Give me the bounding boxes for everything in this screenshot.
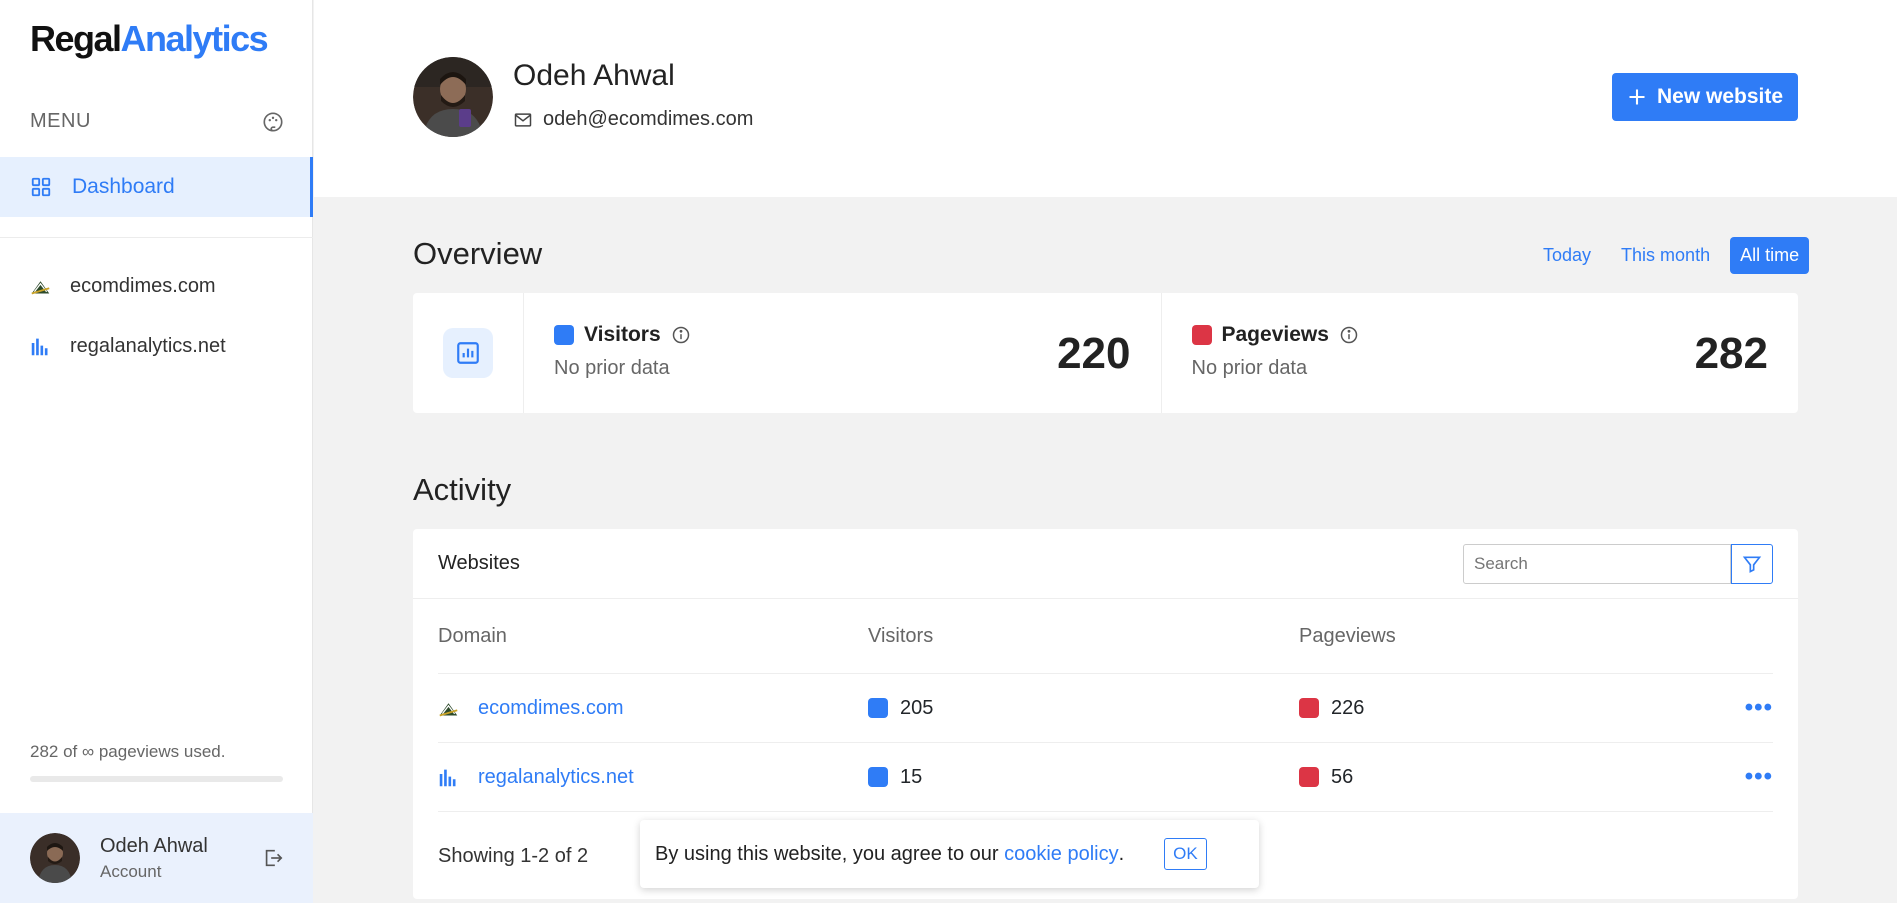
pageviews-metric: Pageviews No prior data 282: [1160, 293, 1799, 413]
sidebar-item-dashboard-label: Dashboard: [72, 175, 175, 198]
more-options-icon[interactable]: •••: [1745, 765, 1773, 789]
brand-logo-part1: Regal: [30, 18, 122, 59]
pageviews-metric-sub: No prior data: [1191, 357, 1308, 379]
sidebar-divider: [0, 237, 313, 238]
visitors-value: 15: [900, 765, 923, 788]
visitors-metric-title: Visitors: [584, 323, 661, 346]
pageviews-value: 226: [1331, 696, 1365, 719]
profile-avatar: [413, 57, 493, 137]
visitors-cell: 205: [868, 697, 1299, 720]
palette-icon[interactable]: [262, 111, 284, 133]
avatar: [30, 833, 80, 883]
pageviews-metric-title: Pageviews: [1221, 323, 1329, 346]
table-row: ecomdimes.com 205 226 •••: [438, 674, 1773, 743]
pageviews-cell: 56: [1299, 766, 1730, 789]
usage-text: 282 of ∞ pageviews used.: [30, 742, 226, 761]
logout-icon[interactable]: [262, 847, 284, 869]
brand-logo-part2: Analytics: [120, 18, 269, 59]
pageviews-color-swatch: [1299, 767, 1319, 787]
activity-card-header: Websites: [413, 529, 1798, 599]
profile-email: odeh@ecomdimes.com: [513, 108, 753, 131]
menu-header: MENU: [30, 110, 284, 133]
visitors-value: 205: [900, 696, 934, 719]
visitors-metric: Visitors No prior data 220: [524, 293, 1161, 413]
domain-link[interactable]: ecomdimes.com: [478, 697, 624, 720]
new-website-button[interactable]: New website: [1612, 73, 1798, 121]
analytics-chart-icon: [457, 342, 479, 364]
pageviews-metric-value: 282: [1694, 329, 1768, 378]
usage-progress-bar: [30, 776, 283, 782]
visitors-cell: 15: [868, 766, 1299, 789]
visitors-color-swatch: [868, 767, 888, 787]
account-name: Odeh Ahwal: [100, 834, 208, 857]
actions-cell: •••: [1730, 696, 1773, 720]
account-panel[interactable]: Odeh Ahwal Account: [0, 813, 313, 903]
websites-card-title: Websites: [438, 552, 520, 574]
cookie-text: By using this website, you agree to our: [655, 842, 999, 865]
dashboard-grid-icon: [31, 177, 51, 197]
brand-logo[interactable]: RegalAnalytics: [30, 18, 269, 60]
bar-chart-icon: [31, 338, 48, 356]
overview-icon-box: [443, 328, 493, 378]
filter-icon: [1742, 556, 1762, 573]
pageviews-cell: 226: [1299, 697, 1730, 720]
filter-button[interactable]: [1731, 543, 1773, 584]
cookie-ok-button[interactable]: OK: [1164, 838, 1207, 870]
more-options-icon[interactable]: •••: [1745, 696, 1773, 720]
plus-icon: [1629, 89, 1645, 105]
info-icon[interactable]: [1339, 325, 1359, 345]
cookie-policy-link[interactable]: cookie policy: [1004, 843, 1119, 866]
websites-table: Domain Visitors Pageviews ecomdimes.com …: [438, 599, 1773, 812]
account-subtitle: Account: [100, 861, 162, 881]
range-selector: Today This month All time: [1533, 237, 1810, 274]
visitors-color-swatch: [868, 698, 888, 718]
ecomdimes-logo-icon: [31, 281, 50, 295]
sidebar-item-ecomdimes[interactable]: ecomdimes.com: [30, 275, 290, 298]
domain-link[interactable]: regalanalytics.net: [478, 766, 634, 789]
bar-chart-icon: [439, 769, 456, 786]
sidebar: RegalAnalytics MENU Dashboard ecomdimes.…: [0, 0, 313, 903]
domain-cell: regalanalytics.net: [438, 766, 868, 789]
range-this-month[interactable]: This month: [1611, 237, 1720, 274]
range-all-time[interactable]: All time: [1730, 237, 1810, 274]
sidebar-item-ecomdimes-label: ecomdimes.com: [70, 275, 216, 297]
info-icon[interactable]: [671, 325, 691, 345]
search-group: [1463, 543, 1773, 584]
overview-card: Visitors No prior data 220 Pageviews No …: [413, 293, 1798, 413]
new-website-label: New website: [1656, 85, 1784, 108]
column-header-visitors[interactable]: Visitors: [868, 625, 1299, 648]
profile-name: Odeh Ahwal: [513, 59, 675, 92]
account-meta: Odeh Ahwal Account: [100, 835, 208, 882]
pagination-summary: Showing 1-2 of 2: [438, 845, 589, 867]
column-header-pageviews[interactable]: Pageviews: [1299, 625, 1730, 648]
actions-cell: •••: [1730, 765, 1773, 789]
pageviews-color-swatch: [1299, 698, 1319, 718]
ecomdimes-logo-icon: [439, 702, 458, 716]
visitors-metric-label: Visitors: [554, 323, 1131, 347]
overview-title: Overview: [413, 236, 543, 271]
cookie-text-end: .: [1118, 842, 1125, 865]
range-today[interactable]: Today: [1533, 237, 1601, 274]
visitors-color-swatch: [554, 325, 574, 345]
table-header-row: Domain Visitors Pageviews: [438, 599, 1773, 674]
sidebar-item-dashboard[interactable]: Dashboard: [0, 157, 313, 217]
overview-icon-cell: [413, 293, 524, 413]
pageviews-metric-label: Pageviews: [1191, 323, 1769, 347]
activity-title: Activity: [413, 472, 512, 507]
profile-email-text: odeh@ecomdimes.com: [543, 108, 754, 130]
pageviews-color-swatch: [1191, 325, 1212, 345]
visitors-metric-value: 220: [1057, 329, 1131, 378]
column-header-domain[interactable]: Domain: [438, 625, 868, 648]
search-input[interactable]: [1463, 543, 1731, 584]
sidebar-item-regalanalytics[interactable]: regalanalytics.net: [30, 335, 290, 358]
sidebar-item-regalanalytics-label: regalanalytics.net: [70, 335, 226, 357]
pageviews-value: 56: [1331, 765, 1354, 788]
menu-label: MENU: [30, 110, 91, 132]
table-row: regalanalytics.net 15 56 •••: [438, 743, 1773, 812]
domain-cell: ecomdimes.com: [438, 697, 868, 720]
mail-icon: [514, 112, 532, 127]
visitors-metric-sub: No prior data: [554, 357, 670, 379]
cookie-banner: By using this website, you agree to our …: [640, 820, 1259, 888]
